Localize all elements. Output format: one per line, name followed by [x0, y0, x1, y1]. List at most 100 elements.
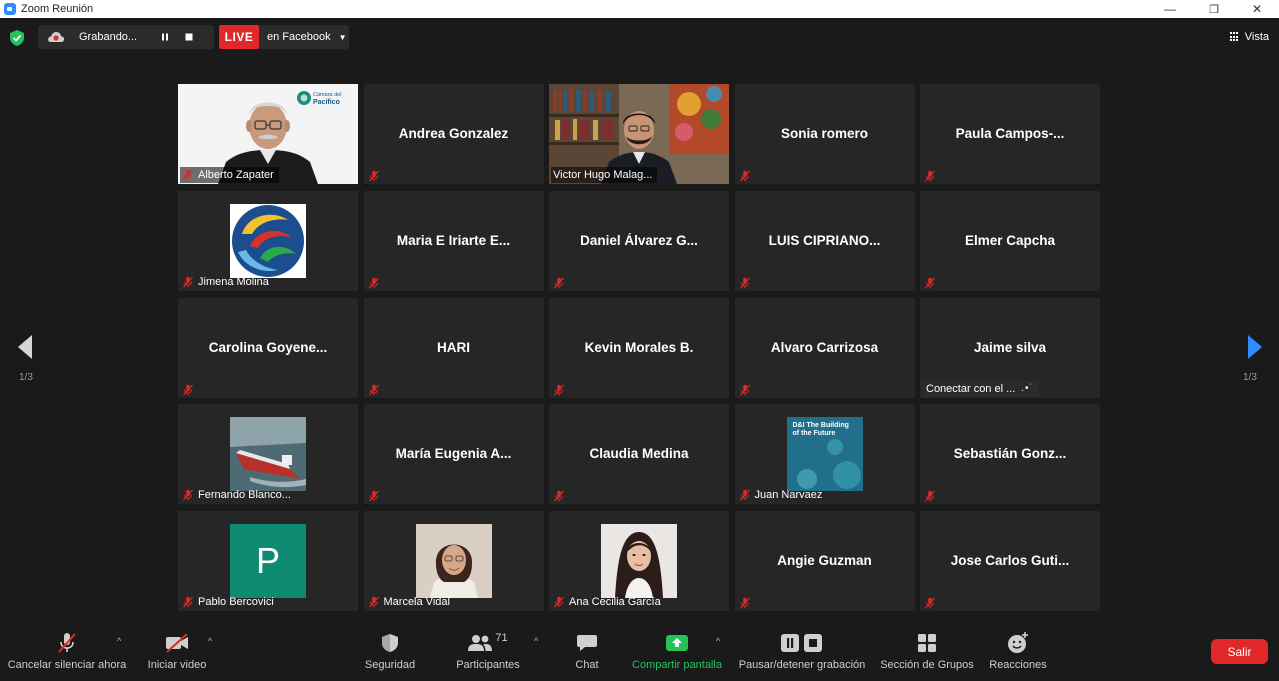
participant-tile[interactable]: D&I The Building of the Future Juan Narva… [734, 404, 915, 505]
chevron-down-icon: ▼ [338, 32, 347, 42]
participant-display-name: Kevin Morales B. [584, 339, 694, 355]
live-destination-dropdown[interactable]: en Facebook ▼ [259, 25, 349, 49]
participant-tile[interactable]: P Pablo Bercovici [178, 511, 358, 612]
stop-recording-button[interactable] [177, 25, 201, 49]
participant-tile[interactable]: Fernando Blanco... [178, 404, 358, 505]
participant-tile[interactable]: María Eugenia A... [363, 404, 544, 505]
participant-tile[interactable]: HARI [363, 297, 544, 398]
organization-logo-name: Pacífico [313, 99, 340, 106]
close-button[interactable]: ✕ [1235, 0, 1279, 18]
participant-tile[interactable]: Marcela Vidal [363, 511, 544, 612]
participant-tile[interactable]: Sonia romero [734, 84, 915, 184]
meeting-area: Grabando... LIVE en Facebook ▼ Vista 1/3… [0, 18, 1279, 681]
chat-button[interactable]: Chat [568, 628, 606, 681]
microphone-muted-icon [739, 489, 750, 501]
chat-bubble-icon [577, 635, 597, 651]
participant-tile[interactable]: Carolina Goyene... [178, 297, 358, 398]
participant-name: Marcela Vidal [383, 596, 450, 609]
share-screen-button[interactable]: Compartir pantalla [630, 628, 724, 681]
microphone-muted-icon [925, 170, 935, 182]
start-video-button[interactable]: Iniciar video [143, 628, 211, 681]
microphone-muted-icon [368, 596, 379, 608]
participant-display-name: Claudia Medina [589, 446, 689, 462]
participant-avatar-photo [601, 524, 677, 599]
audio-options-caret-icon[interactable]: ^ [117, 636, 121, 646]
participant-avatar-photo [415, 524, 492, 599]
recording-controls-icon [781, 634, 822, 652]
reactions-button[interactable]: Reacciones [989, 628, 1047, 681]
window-titlebar: Zoom Reunión — ❐ ✕ [0, 0, 1279, 18]
microphone-muted-icon [183, 169, 193, 181]
pause-stop-recording-button[interactable]: Pausar/detener grabación [737, 628, 867, 681]
participant-tile[interactable]: Victor Hugo Malag... [549, 84, 729, 184]
participant-tile[interactable]: Maria E Iriarte E... [363, 190, 544, 291]
recording-status-text: Grabando... [79, 31, 138, 43]
participant-name: Ana Cecilia García [569, 596, 661, 609]
participant-tile[interactable]: Daniel Álvarez G... [549, 190, 729, 291]
gallery-grid-icon [1229, 32, 1240, 42]
participant-tile[interactable]: Ana Cecilia García [549, 511, 729, 612]
microphone-muted-icon [554, 490, 564, 502]
video-label: Iniciar video [147, 659, 207, 671]
leave-meeting-button[interactable]: Salir [1211, 639, 1268, 664]
video-options-caret-icon[interactable]: ^ [208, 636, 212, 646]
participant-display-name: Carolina Goyene... [208, 339, 328, 355]
mute-button[interactable]: Cancelar silenciar ahora [8, 628, 126, 681]
view-button[interactable]: Vista [1229, 28, 1269, 46]
participant-display-name: Jaime silva [973, 339, 1047, 355]
participant-name-label: Alberto Zapater [180, 167, 279, 183]
participant-tile[interactable]: Kevin Morales B. [549, 297, 729, 398]
participant-display-name: Maria E Iriarte E... [396, 232, 511, 248]
security-button[interactable]: Seguridad [362, 628, 418, 681]
participant-tile[interactable]: Alvaro Carrizosa [734, 297, 915, 398]
participant-display-name: Alvaro Carrizosa [770, 339, 879, 355]
participant-tile[interactable]: LUIS CIPRIANO... [734, 190, 915, 291]
participant-avatar-logo [230, 203, 306, 278]
mute-label: Cancelar silenciar ahora [7, 659, 127, 671]
previous-page-arrow-icon[interactable] [16, 334, 36, 360]
participant-avatar-cover: D&I The Building of the Future [786, 417, 863, 492]
microphone-muted-icon [183, 276, 193, 288]
microphone-muted-icon [925, 490, 935, 502]
participant-name: Fernando Blanco... [198, 489, 291, 502]
share-options-caret-icon[interactable]: ^ [716, 636, 720, 646]
view-label: Vista [1244, 31, 1269, 43]
security-label: Seguridad [364, 659, 416, 671]
participant-tile[interactable]: Jimena Molina [178, 190, 358, 291]
restore-button[interactable]: ❐ [1192, 0, 1236, 18]
participant-name: Juan Narvaez [754, 489, 823, 502]
microphone-muted-icon [58, 633, 76, 653]
participants-button[interactable]: 71 Participantes [454, 628, 522, 681]
pause-recording-button[interactable] [153, 25, 177, 49]
participant-name: Jimena Molina [198, 275, 269, 288]
encryption-shield-icon[interactable] [10, 30, 24, 46]
reactions-label: Reacciones [989, 659, 1047, 671]
share-screen-icon [666, 635, 688, 651]
microphone-muted-icon [554, 384, 564, 396]
participant-tile[interactable]: Paula Campos-... [920, 84, 1100, 184]
participants-options-caret-icon[interactable]: ^ [534, 636, 538, 646]
breakout-rooms-button[interactable]: Sección de Grupos [879, 628, 975, 681]
next-page-arrow-icon[interactable] [1244, 334, 1264, 360]
participant-tile[interactable]: Elmer Capcha [920, 190, 1100, 291]
chat-label: Chat [575, 659, 599, 671]
participant-tile[interactable]: Jaime silva Conectar con el ... .•˙ [920, 297, 1100, 398]
participant-tile[interactable]: Cámara del Pacífico Alberto Zapater [178, 84, 358, 184]
participant-name-label: Ana Cecilia García [551, 594, 666, 610]
pause-icon [162, 33, 168, 41]
participant-name-label: Jimena Molina [180, 274, 274, 290]
participant-tile[interactable]: Jose Carlos Guti... [920, 511, 1100, 612]
participant-tile[interactable]: Sebastián Gonz... [920, 404, 1100, 505]
participant-tile[interactable]: Andrea Gonzalez [363, 84, 544, 184]
security-shield-icon [382, 634, 398, 652]
participant-tile[interactable]: Claudia Medina [549, 404, 729, 505]
share-screen-label: Compartir pantalla [632, 659, 722, 671]
video-camera-off-icon [166, 633, 188, 653]
minimize-button[interactable]: — [1148, 0, 1192, 18]
microphone-muted-icon [183, 596, 193, 608]
participant-tile[interactable]: Angie Guzman [734, 511, 915, 612]
participant-display-name: HARI [437, 339, 470, 355]
microphone-muted-icon [554, 596, 564, 608]
recording-indicator: Grabando... [38, 25, 214, 49]
participant-display-name: Sebastián Gonz... [953, 446, 1067, 462]
